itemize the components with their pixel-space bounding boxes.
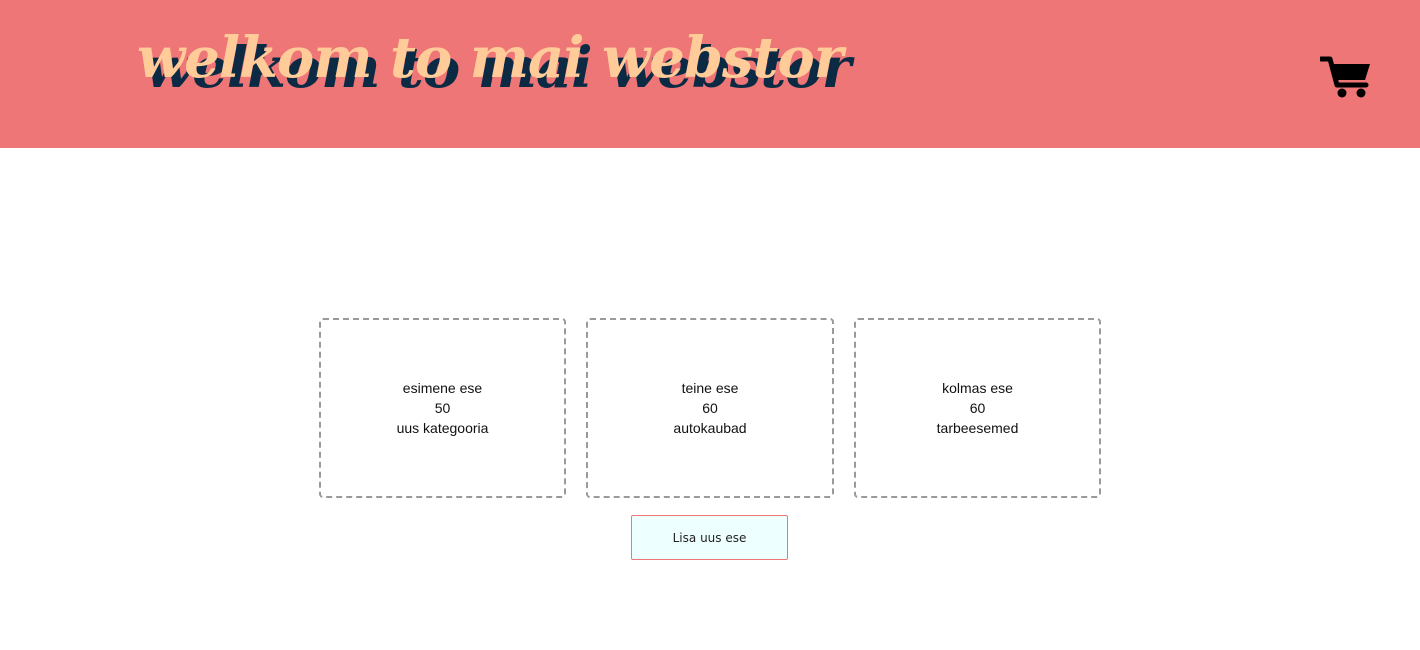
product-category: uus kategooria: [396, 420, 489, 436]
add-item-button[interactable]: Lisa uus ese: [631, 515, 788, 560]
shopping-cart-icon[interactable]: [1318, 55, 1372, 99]
product-category: tarbeesemed: [936, 420, 1019, 436]
product-card[interactable]: teine ese 60 autokaubad: [586, 318, 834, 498]
product-price: 60: [969, 400, 986, 416]
product-name: esimene ese: [402, 380, 483, 396]
product-name: teine ese: [681, 380, 739, 396]
product-category: autokaubad: [673, 420, 747, 436]
product-card[interactable]: esimene ese 50 uus kategooria: [319, 318, 566, 498]
product-list: esimene ese 50 uus kategooria teine ese …: [319, 318, 1102, 498]
site-header: welkom to mai webstor: [0, 0, 1420, 148]
product-price: 60: [702, 400, 718, 416]
product-card[interactable]: kolmas ese 60 tarbeesemed: [854, 318, 1101, 498]
product-price: 50: [434, 400, 451, 416]
site-title: welkom to mai webstor: [137, 25, 843, 91]
product-name: kolmas ese: [942, 380, 1013, 396]
